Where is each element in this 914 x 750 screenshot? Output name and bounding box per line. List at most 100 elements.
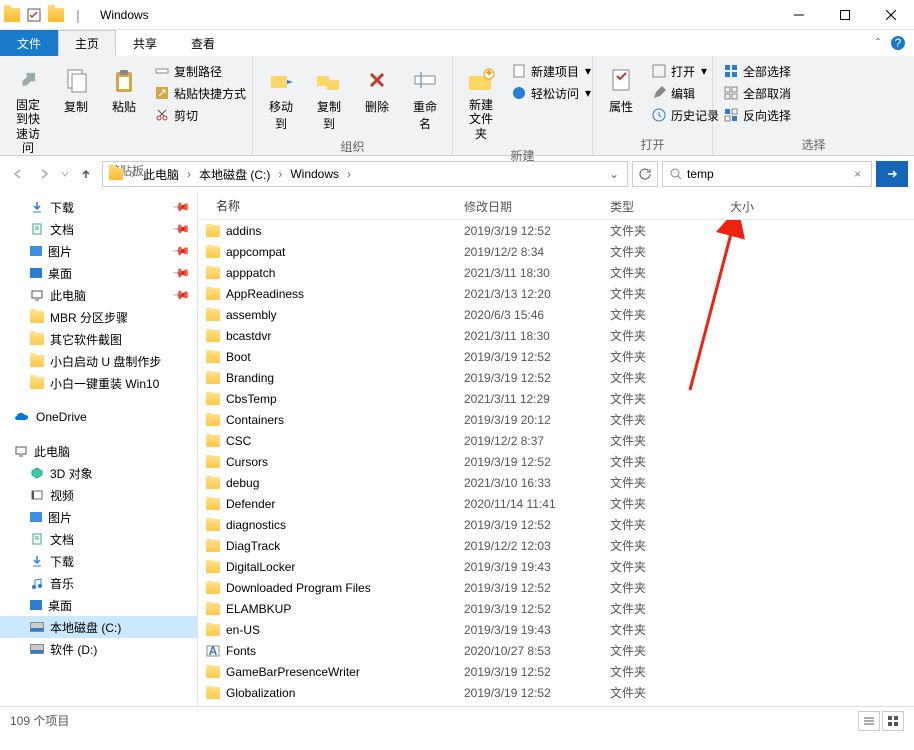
copy-button[interactable]: 复制 xyxy=(54,60,98,119)
search-go-button[interactable] xyxy=(876,161,908,187)
copy-to-button[interactable]: 复制到 xyxy=(307,60,351,136)
minimize-button[interactable] xyxy=(776,0,822,29)
column-name[interactable]: 名称 xyxy=(198,192,456,219)
ribbon-collapse-icon[interactable]: ˆ xyxy=(876,36,880,50)
file-row[interactable]: Containers2019/3/19 20:12文件夹 xyxy=(198,409,914,430)
tree-item[interactable]: 3D 对象 xyxy=(0,462,197,484)
tree-item[interactable]: 软件 (D:) xyxy=(0,638,197,660)
large-icons-view-button[interactable] xyxy=(882,711,904,731)
recent-dropdown[interactable] xyxy=(58,162,72,186)
up-button[interactable] xyxy=(74,162,98,186)
tree-item[interactable]: 桌面 xyxy=(0,594,197,616)
tree-item[interactable]: 其它软件截图 xyxy=(0,328,197,350)
tree-item[interactable]: 桌面📌 xyxy=(0,262,197,284)
file-row[interactable]: appcompat2019/12/2 8:34文件夹 xyxy=(198,241,914,262)
cut-button[interactable]: 剪切 xyxy=(150,104,250,126)
search-input[interactable] xyxy=(687,167,850,181)
chevron-right-icon[interactable]: › xyxy=(129,167,137,181)
file-row[interactable]: Globalization2019/3/19 12:52文件夹 xyxy=(198,682,914,703)
maximize-button[interactable] xyxy=(822,0,868,29)
back-button[interactable] xyxy=(6,162,30,186)
tree-item[interactable]: 下载📌 xyxy=(0,196,197,218)
file-row[interactable]: GameBarPresenceWriter2019/3/19 12:52文件夹 xyxy=(198,661,914,682)
tab-share[interactable]: 共享 xyxy=(116,30,174,56)
crumb-pc[interactable]: 此电脑 xyxy=(139,163,183,185)
forward-button[interactable] xyxy=(32,162,56,186)
new-folder-button[interactable]: ✦新建 文件夹 xyxy=(459,60,503,145)
easy-access-button[interactable]: 轻松访问▾ xyxy=(507,82,595,104)
open-button[interactable]: 打开▾ xyxy=(647,60,723,82)
file-row[interactable]: Boot2019/3/19 12:52文件夹 xyxy=(198,346,914,367)
column-type[interactable]: 类型 xyxy=(602,192,722,219)
file-row[interactable]: addins2019/3/19 12:52文件夹 xyxy=(198,220,914,241)
file-row[interactable]: AppReadiness2021/3/13 12:20文件夹 xyxy=(198,283,914,304)
crumb-drive[interactable]: 本地磁盘 (C:) xyxy=(195,163,274,185)
pin-to-quick-access-button[interactable]: 固定到快 速访问 xyxy=(6,60,50,160)
properties-button[interactable]: 属性 xyxy=(599,60,643,119)
navigation-tree[interactable]: 下载📌文档📌图片📌桌面📌此电脑📌MBR 分区步骤其它软件截图小白启动 U 盘制作… xyxy=(0,192,198,706)
new-item-button[interactable]: 新建项目▾ xyxy=(507,60,595,82)
help-icon[interactable]: ? xyxy=(890,35,906,51)
column-size[interactable]: 大小 xyxy=(722,192,802,219)
address-dropdown-icon[interactable]: ⌄ xyxy=(603,167,625,181)
file-row[interactable]: assembly2020/6/3 15:46文件夹 xyxy=(198,304,914,325)
qab-folder-icon[interactable] xyxy=(48,7,64,23)
move-to-button[interactable]: 移动到 xyxy=(259,60,303,136)
breadcrumb-bar[interactable]: › 此电脑› 本地磁盘 (C:)› Windows› ⌄ xyxy=(102,161,628,187)
tree-item[interactable]: 小白启动 U 盘制作步 xyxy=(0,350,197,372)
invert-button[interactable]: 反向选择 xyxy=(719,104,795,126)
file-row[interactable]: Defender2020/11/14 11:41文件夹 xyxy=(198,493,914,514)
tree-pc[interactable]: 此电脑 xyxy=(0,440,197,462)
file-row[interactable]: apppatch2021/3/11 18:30文件夹 xyxy=(198,262,914,283)
move-icon xyxy=(265,64,297,96)
file-row[interactable]: Branding2019/3/19 12:52文件夹 xyxy=(198,367,914,388)
search-box[interactable]: × xyxy=(662,161,872,187)
copy-path-button[interactable]: 复制路径 xyxy=(150,60,250,82)
file-row[interactable]: CSC2019/12/2 8:37文件夹 xyxy=(198,430,914,451)
file-row[interactable]: DigitalLocker2019/3/19 19:43文件夹 xyxy=(198,556,914,577)
select-none-button[interactable]: 全部取消 xyxy=(719,82,795,104)
close-button[interactable] xyxy=(868,0,914,29)
crumb-folder[interactable]: Windows xyxy=(286,163,343,185)
file-name: bcastdvr xyxy=(226,329,271,343)
file-row[interactable]: Downloaded Program Files2019/3/19 12:52文… xyxy=(198,577,914,598)
paste-shortcut-button[interactable]: 粘贴快捷方式 xyxy=(150,82,250,104)
file-row[interactable]: AFonts2020/10/27 8:53文件夹 xyxy=(198,640,914,661)
tab-home[interactable]: 主页 xyxy=(58,30,116,56)
tree-item[interactable]: MBR 分区步骤 xyxy=(0,306,197,328)
refresh-button[interactable] xyxy=(632,161,658,187)
file-row[interactable]: Cursors2019/3/19 12:52文件夹 xyxy=(198,451,914,472)
paste-button[interactable]: 粘贴 xyxy=(102,60,146,119)
tree-item[interactable]: 图片 xyxy=(0,506,197,528)
tree-item[interactable]: 视频 xyxy=(0,484,197,506)
edit-button[interactable]: 编辑 xyxy=(647,82,723,104)
file-row[interactable]: DiagTrack2019/12/2 12:03文件夹 xyxy=(198,535,914,556)
tree-item[interactable]: 音乐 xyxy=(0,572,197,594)
tree-item[interactable]: 文档📌 xyxy=(0,218,197,240)
qab-save-icon[interactable] xyxy=(26,7,42,23)
delete-button[interactable]: 删除 xyxy=(355,60,399,119)
file-row[interactable]: bcastdvr2021/3/11 18:30文件夹 xyxy=(198,325,914,346)
tree-item[interactable]: 此电脑📌 xyxy=(0,284,197,306)
clear-search-icon[interactable]: × xyxy=(850,167,865,181)
tree-item[interactable]: 文档 xyxy=(0,528,197,550)
tab-view[interactable]: 查看 xyxy=(174,30,232,56)
rename-button[interactable]: 重命名 xyxy=(403,60,447,136)
tree-item[interactable]: 下载 xyxy=(0,550,197,572)
file-row[interactable]: debug2021/3/10 16:33文件夹 xyxy=(198,472,914,493)
file-row[interactable]: en-US2019/3/19 19:43文件夹 xyxy=(198,619,914,640)
tree-item[interactable]: 本地磁盘 (C:) xyxy=(0,616,197,638)
file-list[interactable]: 名称 修改日期 类型 大小 addins2019/3/19 12:52文件夹ap… xyxy=(198,192,914,706)
file-row[interactable]: CbsTemp2021/3/11 12:29文件夹 xyxy=(198,388,914,409)
tree-item[interactable]: 小白一键重装 Win10 xyxy=(0,372,197,394)
tab-file[interactable]: 文件 xyxy=(0,30,58,56)
file-row[interactable]: diagnostics2019/3/19 12:52文件夹 xyxy=(198,514,914,535)
column-date[interactable]: 修改日期 xyxy=(456,192,602,219)
tree-onedrive[interactable]: OneDrive xyxy=(0,406,197,428)
file-type: 文件夹 xyxy=(602,222,722,239)
tree-item[interactable]: 图片📌 xyxy=(0,240,197,262)
history-button[interactable]: 历史记录 xyxy=(647,104,723,126)
details-view-button[interactable] xyxy=(858,711,880,731)
select-all-button[interactable]: 全部选择 xyxy=(719,60,795,82)
file-row[interactable]: ELAMBKUP2019/3/19 12:52文件夹 xyxy=(198,598,914,619)
